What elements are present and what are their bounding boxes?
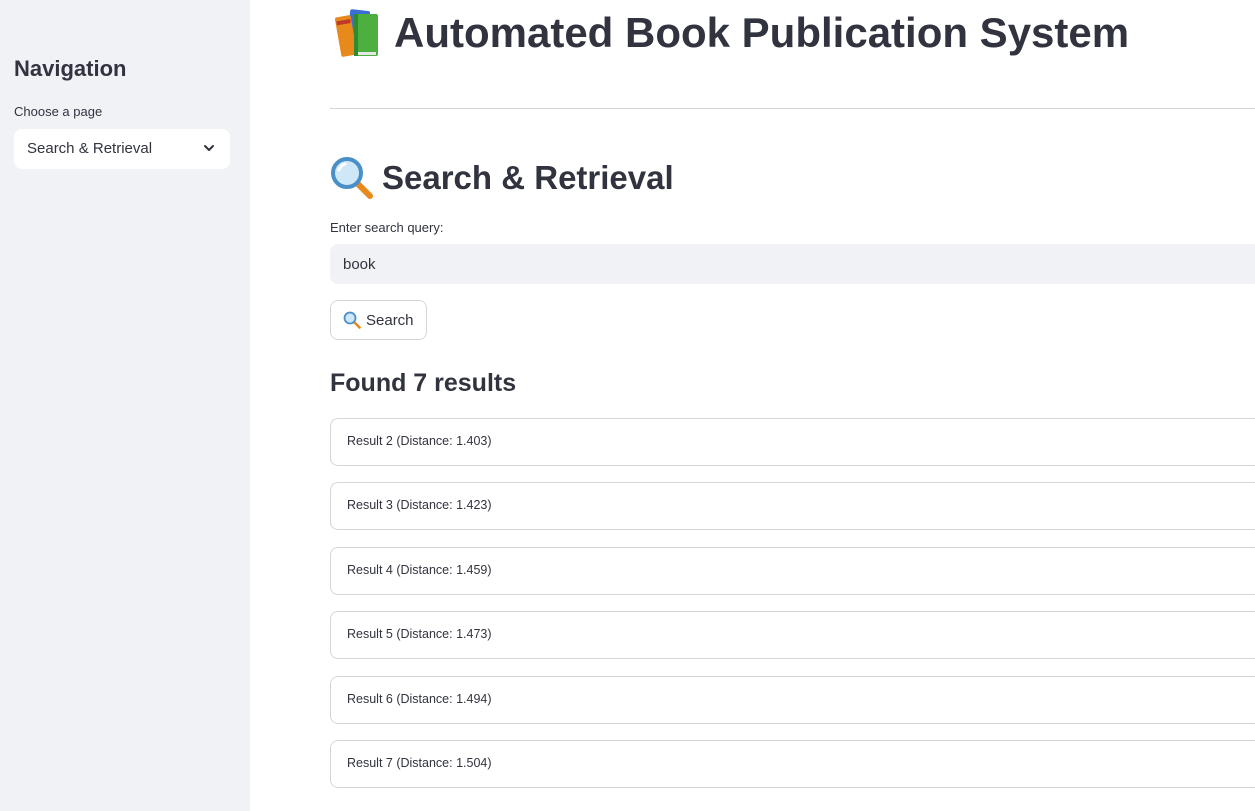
divider	[330, 108, 1255, 109]
result-label: Result 5 (Distance: 1.473)	[347, 627, 492, 642]
page-select-label: Choose a page	[14, 104, 103, 119]
page-header: Search & Retrieval	[330, 156, 674, 200]
search-button-label: Search	[366, 311, 414, 329]
result-label: Result 6 (Distance: 1.494)	[347, 691, 492, 706]
sidebar: Navigation Choose a page Search & Retrie…	[0, 0, 250, 811]
result-expander[interactable]: Result 2 (Distance: 1.403)	[330, 418, 1255, 466]
main-content: Automated Book Publication System Search…	[250, 0, 1255, 811]
result-expander[interactable]: Result 5 (Distance: 1.473)	[330, 611, 1255, 660]
search-query-label: Enter search query:	[330, 220, 444, 235]
search-input[interactable]	[330, 244, 1255, 284]
results-heading: Found 7 results	[330, 369, 517, 397]
result-expander[interactable]: Result 6 (Distance: 1.494)	[330, 675, 1255, 724]
results-list: Result 2 (Distance: 1.403) Result 3 (Dis…	[330, 418, 1255, 804]
app-title-text: Automated Book Publication System	[394, 9, 1130, 56]
page-title: Search & Retrieval	[382, 159, 674, 196]
result-label: Result 2 (Distance: 1.403)	[347, 434, 492, 448]
result-expander[interactable]: Result 3 (Distance: 1.423)	[330, 482, 1255, 531]
search-button[interactable]: Search	[330, 300, 427, 340]
result-label: Result 3 (Distance: 1.423)	[347, 498, 492, 513]
magnifier-icon	[331, 157, 373, 199]
app-title: Automated Book Publication System	[330, 8, 1129, 58]
result-expander[interactable]: Result 7 (Distance: 1.504)	[330, 739, 1255, 788]
page-select[interactable]: Search & Retrieval	[14, 129, 230, 169]
result-label: Result 7 (Distance: 1.504)	[347, 755, 492, 770]
sidebar-title: Navigation	[14, 56, 127, 81]
result-expander[interactable]: Result 4 (Distance: 1.459)	[330, 546, 1255, 595]
result-label: Result 4 (Distance: 1.459)	[347, 562, 492, 577]
app-window: Navigation Choose a page Search & Retrie…	[0, 0, 1255, 811]
chevron-down-icon	[204, 145, 214, 151]
books-icon	[334, 9, 378, 57]
page-select-value: Search & Retrieval	[27, 140, 153, 157]
magnifier-icon	[343, 311, 361, 329]
